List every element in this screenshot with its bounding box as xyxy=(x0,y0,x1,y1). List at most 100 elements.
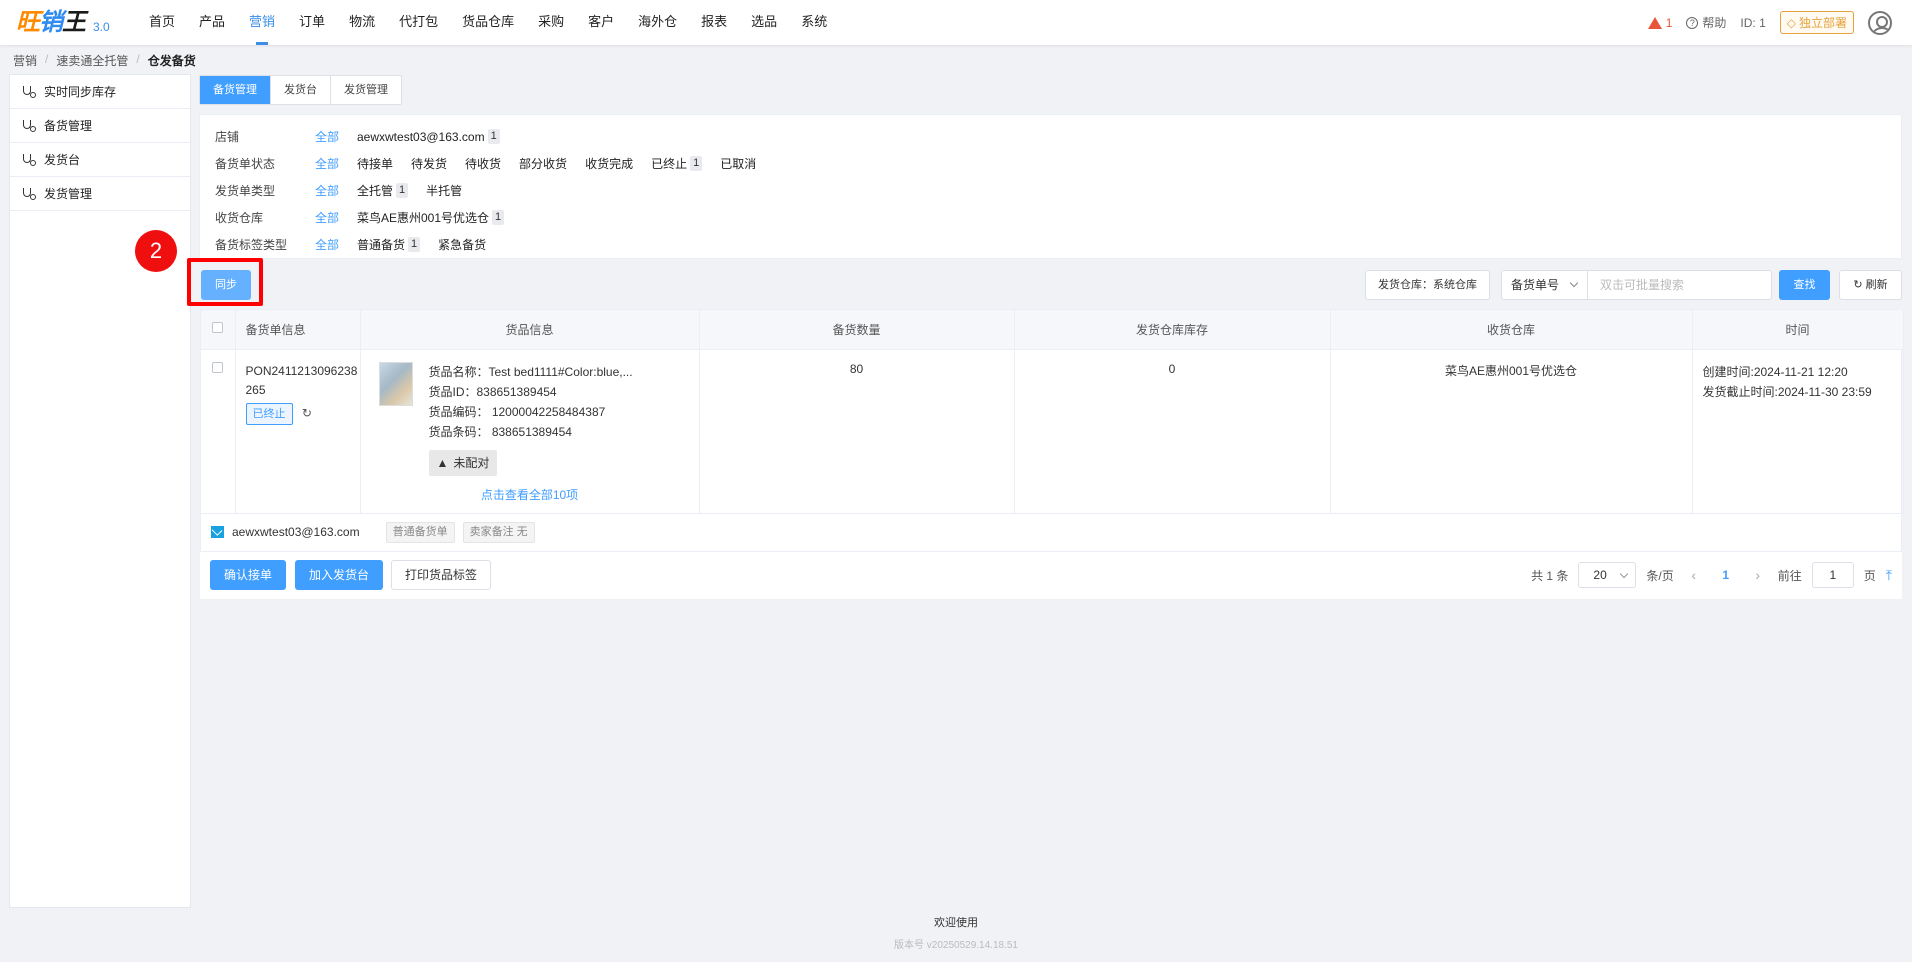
nav-item-packing[interactable]: 代打包 xyxy=(387,0,450,45)
filter-option[interactable]: 全托管 1 xyxy=(357,182,409,199)
search-group: 备货单号 xyxy=(1501,270,1772,300)
filter-count: 1 xyxy=(690,156,703,171)
bottom-bar: 确认接单 加入发货台 打印货品标签 共 1 条 20 条/页 ‹ 1 › 前往 … xyxy=(200,552,1902,599)
scroll-top-icon[interactable]: ⤒ xyxy=(1886,567,1892,584)
nav-item-system[interactable]: 系统 xyxy=(789,0,839,45)
product-thumbnail[interactable] xyxy=(378,361,413,406)
nav-item-marketing[interactable]: 营销 xyxy=(237,0,287,45)
warehouse-button[interactable]: 发货仓库：系统仓库 xyxy=(1365,270,1490,300)
nav-item-purchase[interactable]: 采购 xyxy=(526,0,576,45)
nav-item-customers[interactable]: 客户 xyxy=(576,0,626,45)
app-logo[interactable]: 旺销王 3.0 xyxy=(16,8,110,36)
tab-shipping-desk[interactable]: 发货台 xyxy=(271,76,331,104)
column-header: 发货仓库库存 xyxy=(1014,310,1331,350)
unmatched-badge[interactable]: ▲ 未配对 xyxy=(428,449,498,476)
avatar[interactable] xyxy=(1868,10,1892,35)
prev-page-icon[interactable]: ‹ xyxy=(1684,567,1704,583)
filter-option[interactable]: 半托管 xyxy=(426,182,462,199)
filter-option[interactable]: 部分收货 xyxy=(519,155,567,172)
sync-button[interactable]: 同步 xyxy=(201,270,251,300)
breadcrumb-item[interactable]: 营销 xyxy=(13,52,37,69)
stethoscope-icon xyxy=(22,85,36,99)
filter-row-tag: 备货标签类型 全部 普通备货 1 紧急备货 xyxy=(200,231,1901,258)
goods-name: 货品名称：Test bed1111#Color:blue,... xyxy=(428,364,633,379)
refresh-button[interactable]: ↻ 刷新 xyxy=(1839,270,1902,300)
shop-row: aewxwtest03@163.com 普通备货单 卖家备注 无 xyxy=(201,514,1901,552)
welcome-text: 欢迎使用 xyxy=(934,917,978,929)
filter-option[interactable]: 收货完成 xyxy=(585,155,633,172)
help-label: 帮助 xyxy=(1702,16,1727,30)
view-all-link[interactable]: 点击查看全部10项 xyxy=(361,486,699,503)
order-type-tag: 普通备货单 xyxy=(385,521,455,543)
goto-page-input[interactable] xyxy=(1811,562,1854,588)
add-to-desk-button[interactable]: 加入发货台 xyxy=(295,560,383,590)
alerts-button[interactable]: 1 xyxy=(1647,15,1673,30)
tab-stock-management[interactable]: 备货管理 xyxy=(200,76,271,104)
page-size-select[interactable]: 20 xyxy=(1578,562,1637,588)
breadcrumb-item[interactable]: 速卖通全托管 xyxy=(56,52,128,69)
alert-count: 1 xyxy=(1665,15,1673,30)
filter-option[interactable]: 普通备货 1 xyxy=(357,236,421,253)
nav-item-selection[interactable]: 选品 xyxy=(739,0,789,45)
filter-option[interactable]: 紧急备货 xyxy=(438,236,486,253)
search-input[interactable] xyxy=(1588,271,1771,299)
sidebar-item-label: 备货管理 xyxy=(44,119,93,133)
sidebar-item-shipping-management[interactable]: 发货管理 xyxy=(10,177,190,211)
step-badge: 2 xyxy=(135,230,177,272)
sidebar-item-sync-stock[interactable]: 实时同步库存 xyxy=(10,75,190,109)
filter-all[interactable]: 全部 xyxy=(315,128,357,145)
filter-option[interactable]: 待发货 xyxy=(411,155,447,172)
print-labels-button[interactable]: 打印货品标签 xyxy=(391,560,491,590)
nav-item-logistics[interactable]: 物流 xyxy=(337,0,387,45)
help-button[interactable]: ? 帮助 xyxy=(1686,14,1726,31)
filter-label: 店铺 xyxy=(215,130,240,144)
current-page[interactable]: 1 xyxy=(1714,568,1738,582)
filter-option[interactable]: 已取消 xyxy=(720,155,756,172)
query-button[interactable]: 查找 xyxy=(1779,270,1830,300)
tab-shipping-management[interactable]: 发货管理 xyxy=(331,76,401,104)
sidebar-item-shipping-desk[interactable]: 发货台 xyxy=(10,143,190,177)
list-toolbar: 同步 发货仓库：系统仓库 备货单号 查找 ↻ 刷新 xyxy=(187,258,1902,308)
diamond-icon: ◇ xyxy=(1786,15,1796,30)
filter-all[interactable]: 全部 xyxy=(315,236,357,253)
nav-item-warehouse[interactable]: 货品仓库 xyxy=(450,0,526,45)
filter-option[interactable]: 菜鸟AE惠州001号优选仓 1 xyxy=(357,209,505,226)
filter-all[interactable]: 全部 xyxy=(315,182,357,199)
main-nav: 首页 产品 营销 订单 物流 代打包 货品仓库 采购 客户 海外仓 报表 选品 … xyxy=(137,0,839,45)
filter-option[interactable]: 待收货 xyxy=(465,155,501,172)
filter-count: 1 xyxy=(396,183,409,198)
nav-item-home[interactable]: 首页 xyxy=(137,0,187,45)
filter-all[interactable]: 全部 xyxy=(315,209,357,226)
filter-option[interactable]: 待接单 xyxy=(357,155,393,172)
stethoscope-icon xyxy=(22,153,36,167)
column-header: 收货仓库 xyxy=(1330,310,1693,350)
nav-item-overseas[interactable]: 海外仓 xyxy=(626,0,689,45)
store-icon xyxy=(211,526,224,538)
question-icon: ? xyxy=(1686,16,1699,29)
refresh-icon: ↻ xyxy=(1853,279,1866,291)
deploy-label: 独立部署 xyxy=(1798,16,1847,30)
receive-warehouse-cell: 菜鸟AE惠州001号优选仓 xyxy=(1330,349,1693,514)
select-all-checkbox[interactable] xyxy=(212,322,224,334)
deploy-button[interactable]: ◇ 独立部署 xyxy=(1779,11,1854,34)
filter-row-status: 备货单状态 全部 待接单 待发货 待收货 部分收货 收货完成 已终止 1 已取消 xyxy=(200,150,1901,177)
select-all-cell xyxy=(201,310,236,350)
search-field-select[interactable]: 备货单号 xyxy=(1502,271,1588,299)
nav-item-orders[interactable]: 订单 xyxy=(287,0,337,45)
filter-option[interactable]: aewxwtest03@163.com 1 xyxy=(357,129,500,144)
footer: 欢迎使用 版本号 v20250529.14.18.51 xyxy=(0,914,1912,951)
filter-option[interactable]: 已终止 1 xyxy=(651,155,703,172)
per-page-label: 条/页 xyxy=(1646,568,1674,583)
sidebar-item-stock-management[interactable]: 备货管理 xyxy=(10,109,190,143)
warning-icon: ▲ xyxy=(436,455,449,470)
filter-label: 备货单状态 xyxy=(215,157,276,171)
row-checkbox[interactable] xyxy=(212,361,224,373)
filter-all[interactable]: 全部 xyxy=(315,155,357,172)
confirm-order-button[interactable]: 确认接单 xyxy=(210,560,286,590)
nav-item-products[interactable]: 产品 xyxy=(187,0,237,45)
breadcrumb-separator: / xyxy=(136,52,140,66)
stethoscope-icon xyxy=(22,119,36,133)
nav-item-reports[interactable]: 报表 xyxy=(689,0,739,45)
refresh-icon[interactable]: ↻ xyxy=(302,406,312,420)
next-page-icon[interactable]: › xyxy=(1748,567,1768,583)
